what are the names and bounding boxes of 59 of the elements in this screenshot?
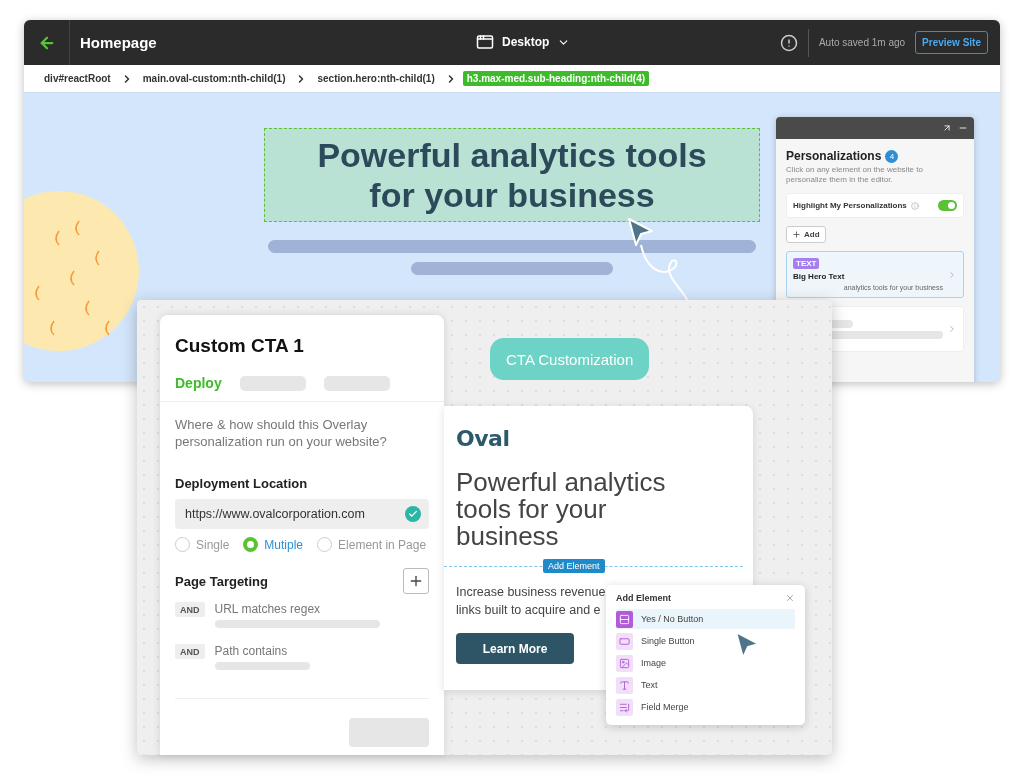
plus-icon [408, 573, 424, 589]
operator-tag: AND [175, 602, 205, 617]
hero-heading-line: for your business [369, 175, 655, 215]
menu-title: Add Element [616, 593, 671, 603]
url-value: https://www.ovalcorporation.com [185, 507, 365, 521]
rule-label: URL matches regex [214, 602, 322, 616]
radio-option[interactable]: Mutiple [243, 537, 304, 552]
rule-label: Path contains [214, 644, 289, 658]
alert-icon[interactable] [779, 33, 798, 52]
yesno-element-icon [616, 610, 633, 628]
add-button[interactable]: Add [786, 226, 826, 243]
add-rule-button[interactable] [403, 568, 429, 594]
cursor-icon [626, 217, 654, 247]
highlight-toggle[interactable] [938, 200, 957, 211]
menu-item[interactable]: Yes / No Button [616, 609, 795, 629]
image-element-icon [616, 654, 633, 672]
count-badge: 4 [885, 149, 899, 163]
item-title: Big Hero Text [793, 272, 846, 281]
tab-placeholder [323, 375, 390, 391]
plus-icon [792, 230, 801, 239]
breadcrumb-item[interactable]: main.oval-custom:nth-child(1) [138, 71, 290, 86]
add-element-tag[interactable]: Add Element [543, 559, 605, 573]
operator-tag: AND [175, 644, 205, 659]
text-element-icon [616, 676, 633, 694]
oval-logo: Oval [456, 426, 511, 451]
hero-heading-line: Powerful analytics tools [317, 135, 707, 175]
section-label: Deployment Location [175, 476, 309, 491]
card-title: Custom CTA 1 [175, 335, 305, 357]
menu-item[interactable]: Field Merge [616, 697, 795, 717]
panel-title: Personalizations [786, 149, 882, 163]
panel-hint: Click on any element on the website to personalize them in the editor. [786, 165, 924, 185]
menu-item[interactable]: Single Button [616, 631, 795, 651]
deploy-question: Where & how should this Overlay personalization run on your website? [175, 416, 388, 450]
cta-customization-badge: CTA Customization [490, 338, 650, 380]
chevron-right-icon [947, 269, 957, 280]
breadcrumb-item[interactable]: div#reactRoot [40, 71, 115, 86]
highlight-label: Highlight My Personalizations [793, 201, 907, 210]
expand-icon[interactable] [942, 123, 952, 133]
section-label: Page Targeting [175, 573, 268, 589]
body-text-line: links built to acquire and e [456, 602, 601, 619]
chevron-right-icon [947, 324, 957, 334]
button-element-icon [616, 632, 633, 650]
autosave-status: Auto saved 1m ago [818, 37, 906, 48]
page-title: Homepage [80, 34, 157, 51]
preview-site-button[interactable]: Preview Site [915, 31, 988, 54]
preview-heading: Powerful analytics tools for your business [456, 469, 667, 550]
breadcrumb-item[interactable]: section.hero:nth-child(1) [313, 71, 439, 86]
url-field[interactable]: https://www.ovalcorporation.com [175, 499, 429, 529]
device-dropdown[interactable]: Desktop [472, 31, 575, 53]
learn-more-button[interactable]: Learn More [456, 633, 574, 664]
menu-item[interactable]: Text [616, 675, 795, 695]
menu-item[interactable]: Image [616, 653, 795, 673]
body-text-line: Increase business revenue [456, 584, 606, 601]
hero-heading-selection[interactable]: Powerful analytics tools for your business [264, 128, 760, 222]
merge-element-icon [616, 698, 633, 716]
type-tag: TEXT [793, 258, 820, 269]
browser-window-icon [476, 33, 494, 51]
tab-placeholder [239, 375, 306, 391]
info-icon [910, 201, 919, 210]
